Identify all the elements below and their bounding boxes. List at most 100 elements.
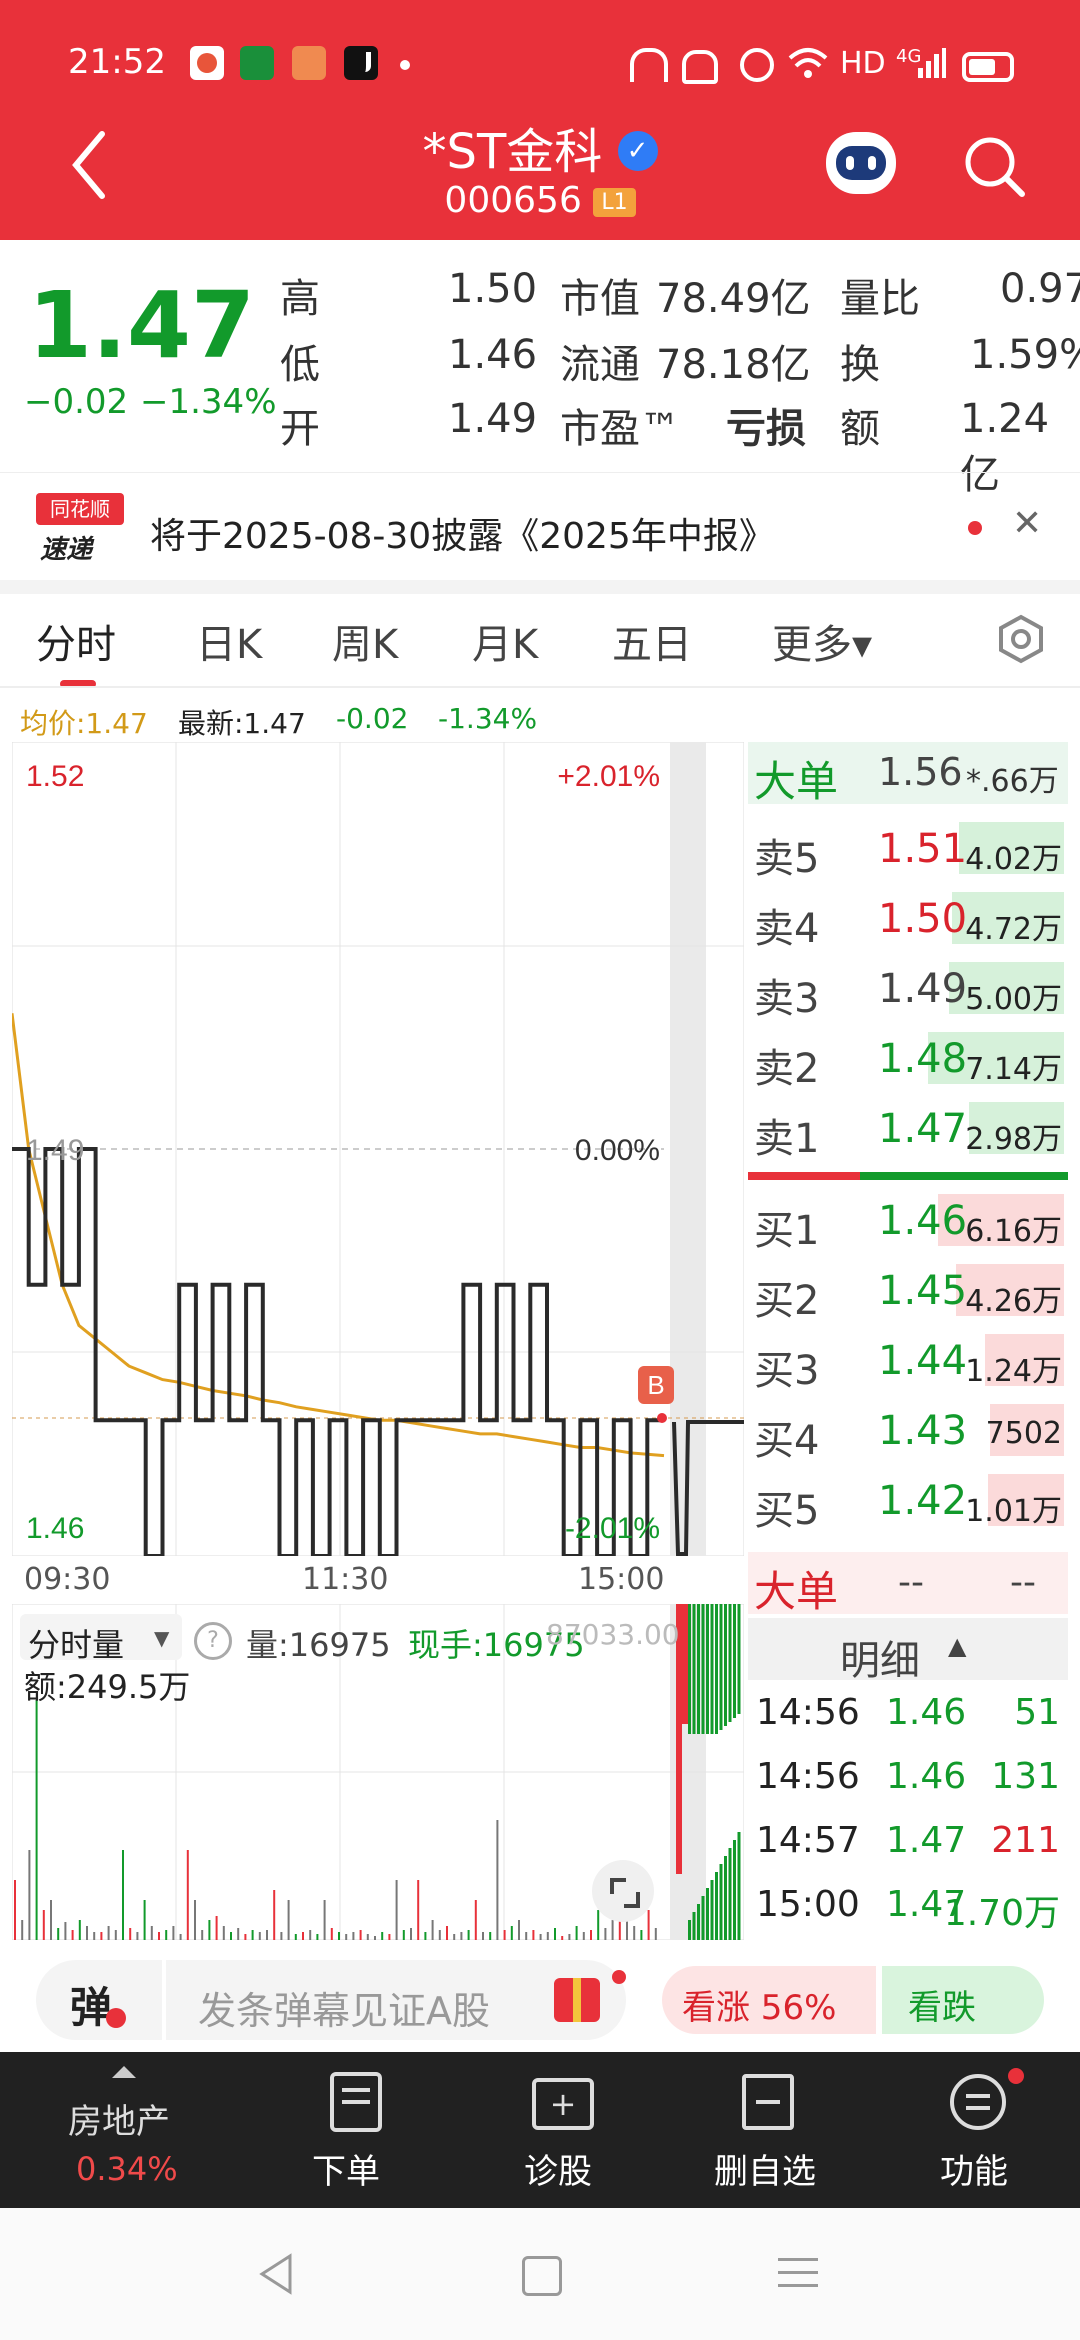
after-hours-volume-bar (733, 1604, 736, 1718)
tiktok-notification-icon (344, 46, 378, 80)
turnover-value: 1.59% (970, 332, 1080, 378)
low-label: 低 (280, 342, 320, 388)
volume-bar (330, 1928, 333, 1940)
big-order-price: 1.56 (878, 750, 963, 794)
volume-bar (597, 1910, 600, 1940)
open-label: 开 (280, 406, 320, 452)
detail-row[interactable]: 14:56 1.46 131 (748, 1748, 1068, 1808)
after-hours-volume-bar (728, 1604, 732, 1722)
volume-bar (388, 1934, 391, 1940)
vote-down-button[interactable]: 看跌 44% (882, 1966, 1044, 2034)
system-home-icon[interactable] (522, 2256, 562, 2296)
volume-bar (143, 1900, 146, 1940)
order-icon (330, 2072, 382, 2132)
volume-bar (525, 1932, 528, 1940)
intraday-chart[interactable]: B 1.52 1.49 1.46 +2.01% 0.00% -2.01% (12, 742, 744, 1556)
buy-level-row[interactable]: 买3 1.44 1.24万 (748, 1328, 1068, 1394)
buy-level-row[interactable]: 买1 1.46 6.16万 (748, 1188, 1068, 1254)
buy-level-row[interactable]: 买4 1.43 7502 (748, 1398, 1068, 1464)
level-volume: 4.26万 (965, 1284, 1062, 1319)
volume-bar (194, 1900, 196, 1940)
buy-level-row[interactable]: 买2 1.45 4.26万 (748, 1258, 1068, 1324)
stock-code-line: 000656 L1 (0, 180, 1080, 221)
big-order-bottom-price: -- (898, 1562, 924, 1603)
danmaku-input[interactable]: 弹 发条弹幕见证A股 (36, 1960, 626, 2040)
big-order-top-row[interactable]: 大单 1.56 *.66万 (748, 742, 1068, 806)
close-icon[interactable]: ✕ (1012, 503, 1042, 544)
sell-level-row[interactable]: 卖1 1.47 2.98万 (748, 1096, 1068, 1162)
gift-icon[interactable] (554, 1978, 600, 2022)
tab-weekly-k[interactable]: 周K (332, 612, 398, 670)
volume-bar (93, 1932, 96, 1940)
volume-bar (539, 1934, 542, 1940)
after-hours-volume-bar (697, 1904, 700, 1940)
level-volume: 4.72万 (965, 912, 1062, 947)
unread-dot-icon (968, 521, 982, 535)
volume-bar (316, 1934, 319, 1940)
browser-notification-icon (292, 46, 326, 80)
details-header[interactable]: 明细 ▲ (748, 1618, 1068, 1684)
alarm-icon (740, 48, 774, 82)
robot-assistant-icon[interactable] (826, 132, 896, 194)
latest-price: 最新:1.47 (178, 707, 306, 740)
volume-bar (338, 1932, 340, 1940)
sell-level-row[interactable]: 卖2 1.48 7.14万 (748, 1026, 1068, 1092)
fullscreen-icon[interactable] (592, 1860, 654, 1922)
volume-bar (410, 1928, 412, 1940)
search-icon[interactable] (962, 134, 1028, 200)
after-hours-volume-bar (719, 1864, 723, 1940)
nav-diagnose[interactable]: 诊股 (524, 2144, 592, 2193)
pe-label: 市盈™ (560, 406, 680, 452)
sell-level-row[interactable]: 卖4 1.50 4.72万 (748, 886, 1068, 952)
settings-icon[interactable] (996, 614, 1046, 664)
detail-row[interactable]: 15:00 1.47 1.70万 (748, 1876, 1068, 1936)
volume-bar (374, 1936, 376, 1940)
news-banner[interactable]: 同花顺 速递 将于2025-08-30披露《2025年中报》 ✕ (0, 472, 1080, 581)
after-hours-volume-bar (692, 1604, 696, 1734)
float-label: 流通 (560, 342, 640, 388)
tab-monthly-k[interactable]: 月K (472, 612, 538, 670)
after-hours-volume-bar (710, 1880, 714, 1940)
buy-level-row[interactable]: 买5 1.42 1.01万 (748, 1468, 1068, 1534)
y-tick-bottom: 1.46 (26, 1512, 84, 1545)
volume-bar (71, 1930, 74, 1940)
volume-bar (352, 1932, 355, 1940)
volume-bar (366, 1934, 369, 1940)
level-badge: L1 (593, 187, 636, 217)
float-value: 78.18亿 (656, 342, 811, 388)
detail-row[interactable]: 14:56 1.46 51 (748, 1684, 1068, 1744)
detail-volume: 51 (1014, 1692, 1060, 1733)
tab-more[interactable]: 更多▾ (772, 612, 872, 670)
nav-remove-watchlist[interactable]: 删自选 (714, 2144, 816, 2193)
y-pct-mid: 0.00% (575, 1134, 660, 1167)
system-back-icon[interactable] (256, 2252, 296, 2296)
after-hours-volume-bar (706, 1888, 709, 1940)
sell-level-row[interactable]: 卖5 1.51 4.02万 (748, 816, 1068, 882)
after-hours-volume-bar (706, 1604, 709, 1734)
nav-function[interactable]: 功能 (940, 2144, 1008, 2193)
tab-daily-k[interactable]: 日K (196, 612, 262, 670)
big-order-label: 大单 (754, 757, 839, 806)
level-label: 卖2 (754, 1046, 820, 1092)
volume-bar (35, 1700, 38, 1940)
volume-selector[interactable]: 分时量 ▼ (20, 1614, 182, 1664)
tab-five-day[interactable]: 五日 (612, 612, 692, 670)
wifi-icon (788, 48, 828, 78)
nav-order[interactable]: 下单 (312, 2144, 380, 2193)
sector-name[interactable]: 房地产 (68, 2094, 170, 2143)
big-order-bottom-row[interactable]: 大单 -- -- (748, 1552, 1068, 1616)
system-recents-icon[interactable] (778, 2258, 818, 2287)
vote-up-button[interactable]: 看涨 56% (662, 1966, 876, 2034)
help-icon[interactable]: ? (194, 1622, 232, 1660)
sell-level-row[interactable]: 卖3 1.49 5.00万 (748, 956, 1068, 1022)
volume-bar (633, 1926, 636, 1940)
volume-bar (561, 1936, 564, 1940)
detail-row[interactable]: 14:57 1.47 211 (748, 1812, 1068, 1872)
news-text: 将于2025-08-30披露《2025年中报》 (150, 516, 775, 557)
level-volume: 4.02万 (965, 842, 1062, 877)
level-label: 卖5 (754, 836, 820, 882)
volume-bar (568, 1934, 571, 1940)
volume-bar (467, 1930, 470, 1940)
tab-intraday[interactable]: 分时 (36, 612, 116, 670)
volume-bar (474, 1900, 477, 1940)
